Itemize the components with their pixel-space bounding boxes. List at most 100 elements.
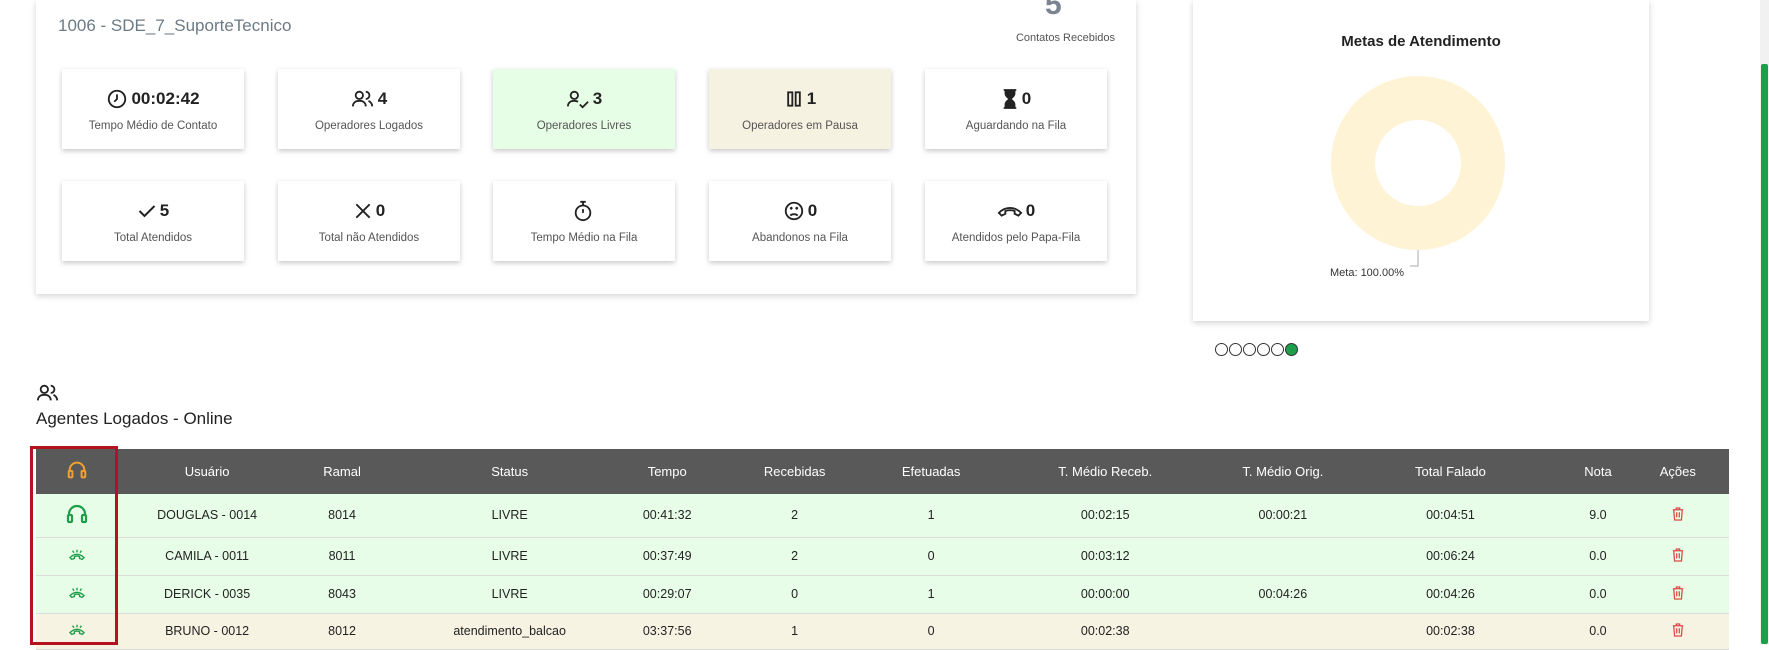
card-avg-queue-time: Tempo Médio na Fila xyxy=(493,181,675,261)
trash-icon[interactable] xyxy=(1672,622,1684,637)
trash-icon[interactable] xyxy=(1672,585,1684,600)
carousel-dot[interactable] xyxy=(1243,343,1256,356)
table-row[interactable]: DERICK - 0035 8043 LIVRE 00:29:07 0 1 00… xyxy=(36,575,1729,614)
actions-cell xyxy=(1626,575,1729,614)
nota-cell: 9.0 xyxy=(1569,494,1627,538)
table-row[interactable]: BRUNO - 0012 8012 atendimento_balcao 03:… xyxy=(36,613,1729,650)
hourglass-icon xyxy=(1003,89,1017,109)
user-cell: BRUNO - 0012 xyxy=(118,613,296,650)
users-icon xyxy=(37,384,59,401)
card-label: Abandonos na Fila xyxy=(752,232,848,244)
status-text: atendimento_balcao xyxy=(388,613,632,650)
card-value: 0 xyxy=(375,201,386,220)
contacts-received-label: Contatos Recebidos xyxy=(1015,32,1115,44)
goals-title: Metas de Atendimento xyxy=(1341,33,1501,50)
header-acoes: Ações xyxy=(1626,449,1729,494)
carousel-dots xyxy=(1215,343,1298,356)
carousel-dot[interactable] xyxy=(1257,343,1270,356)
scrollbar-thumb[interactable] xyxy=(1761,64,1768,644)
header-nota[interactable]: Nota xyxy=(1569,449,1627,494)
header-usuario[interactable]: Usuário xyxy=(118,449,296,494)
user-cell: DOUGLAS - 0014 xyxy=(118,494,296,538)
recebidas-cell: 2 xyxy=(703,494,886,538)
ramal-cell: 8043 xyxy=(295,575,389,614)
stopwatch-icon xyxy=(574,200,591,222)
tempo-cell: 00:41:32 xyxy=(631,494,704,538)
table-header-row: Usuário Ramal Status Tempo Recebidas Efe… xyxy=(36,449,1729,494)
card-value: 0 xyxy=(1025,201,1036,220)
user-cell: DERICK - 0035 xyxy=(118,575,296,614)
status-text: LIVRE xyxy=(388,494,632,538)
header-tempo[interactable]: Tempo xyxy=(631,449,704,494)
agents-title: Agentes Logados - Online xyxy=(36,409,233,428)
header-total[interactable]: Total Falado xyxy=(1331,449,1570,494)
card-abandoned-queue: 0 Abandonos na Fila xyxy=(709,181,891,261)
total-cell: 00:02:38 xyxy=(1331,613,1570,650)
card-value: 0 xyxy=(1021,89,1032,108)
header-tmr[interactable]: T. Médio Receb. xyxy=(976,449,1235,494)
header-recebidas[interactable]: Recebidas xyxy=(703,449,886,494)
card-label: Tempo Médio de Contato xyxy=(88,120,218,132)
efetuadas-cell: 0 xyxy=(885,537,977,576)
table-row[interactable]: CAMILA - 0011 8011 LIVRE 00:37:49 2 0 00… xyxy=(36,537,1729,576)
efetuadas-cell: 1 xyxy=(885,575,977,614)
goals-donut-chart xyxy=(1331,76,1505,267)
actions-cell xyxy=(1626,613,1729,650)
card-total-answered: 5 Total Atendidos xyxy=(62,181,244,261)
actions-cell xyxy=(1626,537,1729,576)
card-value: 0 xyxy=(807,201,818,220)
recebidas-cell: 2 xyxy=(703,537,886,576)
efetuadas-cell: 0 xyxy=(885,613,977,650)
card-paused-operators: 1 Operadores em Pausa xyxy=(709,69,891,149)
carousel-dot[interactable] xyxy=(1215,343,1228,356)
phone-hangup-icon xyxy=(997,207,1023,217)
header-status[interactable]: Status xyxy=(388,449,632,494)
header-efetuadas[interactable]: Efetuadas xyxy=(885,449,977,494)
tmo-cell: 00:00:21 xyxy=(1234,494,1332,538)
user-check-icon xyxy=(566,90,589,109)
contacts-received-value: 5 xyxy=(1045,0,1062,18)
table-row[interactable]: DOUGLAS - 0014 8014 LIVRE 00:41:32 2 1 0… xyxy=(36,494,1729,538)
trash-icon[interactable] xyxy=(1672,547,1684,562)
highlight-box xyxy=(30,446,118,645)
carousel-dot-active[interactable] xyxy=(1285,343,1298,356)
nota-cell: 0.0 xyxy=(1569,575,1627,614)
card-label: Total Atendidos xyxy=(113,232,192,244)
tempo-cell: 03:37:56 xyxy=(631,613,704,650)
carousel-dot[interactable] xyxy=(1271,343,1284,356)
header-tmo[interactable]: T. Médio Orig. xyxy=(1234,449,1332,494)
header-ramal[interactable]: Ramal xyxy=(295,449,389,494)
card-value: 1 xyxy=(806,89,817,108)
donut-label-leader xyxy=(1410,250,1419,267)
tempo-cell: 00:37:49 xyxy=(631,537,704,576)
nota-cell: 0.0 xyxy=(1569,613,1627,650)
tmo-cell: 00:04:26 xyxy=(1234,575,1332,614)
tmr-cell: 00:03:12 xyxy=(976,537,1235,576)
carousel-dot[interactable] xyxy=(1229,343,1242,356)
check-icon xyxy=(138,205,155,218)
card-label: Tempo Médio na Fila xyxy=(530,232,638,244)
card-free-operators: 3 Operadores Livres xyxy=(493,69,675,149)
x-icon xyxy=(355,203,371,219)
tmo-cell xyxy=(1234,613,1332,650)
clock-icon xyxy=(108,89,127,109)
tmr-cell: 00:00:00 xyxy=(976,575,1235,614)
sad-face-icon xyxy=(784,201,803,221)
queue-name: 1006 - SDE_7_SuporteTecnico xyxy=(58,16,292,35)
card-logged-operators: 4 Operadores Logados xyxy=(278,69,460,149)
card-label: Total não Atendidos xyxy=(318,232,420,244)
card-waiting-queue: 0 Aguardando na Fila xyxy=(925,69,1107,149)
status-text: LIVRE xyxy=(388,575,632,614)
tmr-cell: 00:02:38 xyxy=(976,613,1235,650)
card-label: Operadores Logados xyxy=(314,120,424,132)
nota-cell: 0.0 xyxy=(1569,537,1627,576)
card-papa-fila: 0 Atendidos pelo Papa-Fila xyxy=(925,181,1107,261)
card-label: Operadores Livres xyxy=(536,120,632,132)
efetuadas-cell: 1 xyxy=(885,494,977,538)
trash-icon[interactable] xyxy=(1672,507,1684,521)
total-cell: 00:04:51 xyxy=(1331,494,1570,538)
card-label: Aguardando na Fila xyxy=(965,120,1067,132)
status-text: LIVRE xyxy=(388,537,632,576)
card-label: Operadores em Pausa xyxy=(742,120,858,132)
ramal-cell: 8011 xyxy=(295,537,389,576)
